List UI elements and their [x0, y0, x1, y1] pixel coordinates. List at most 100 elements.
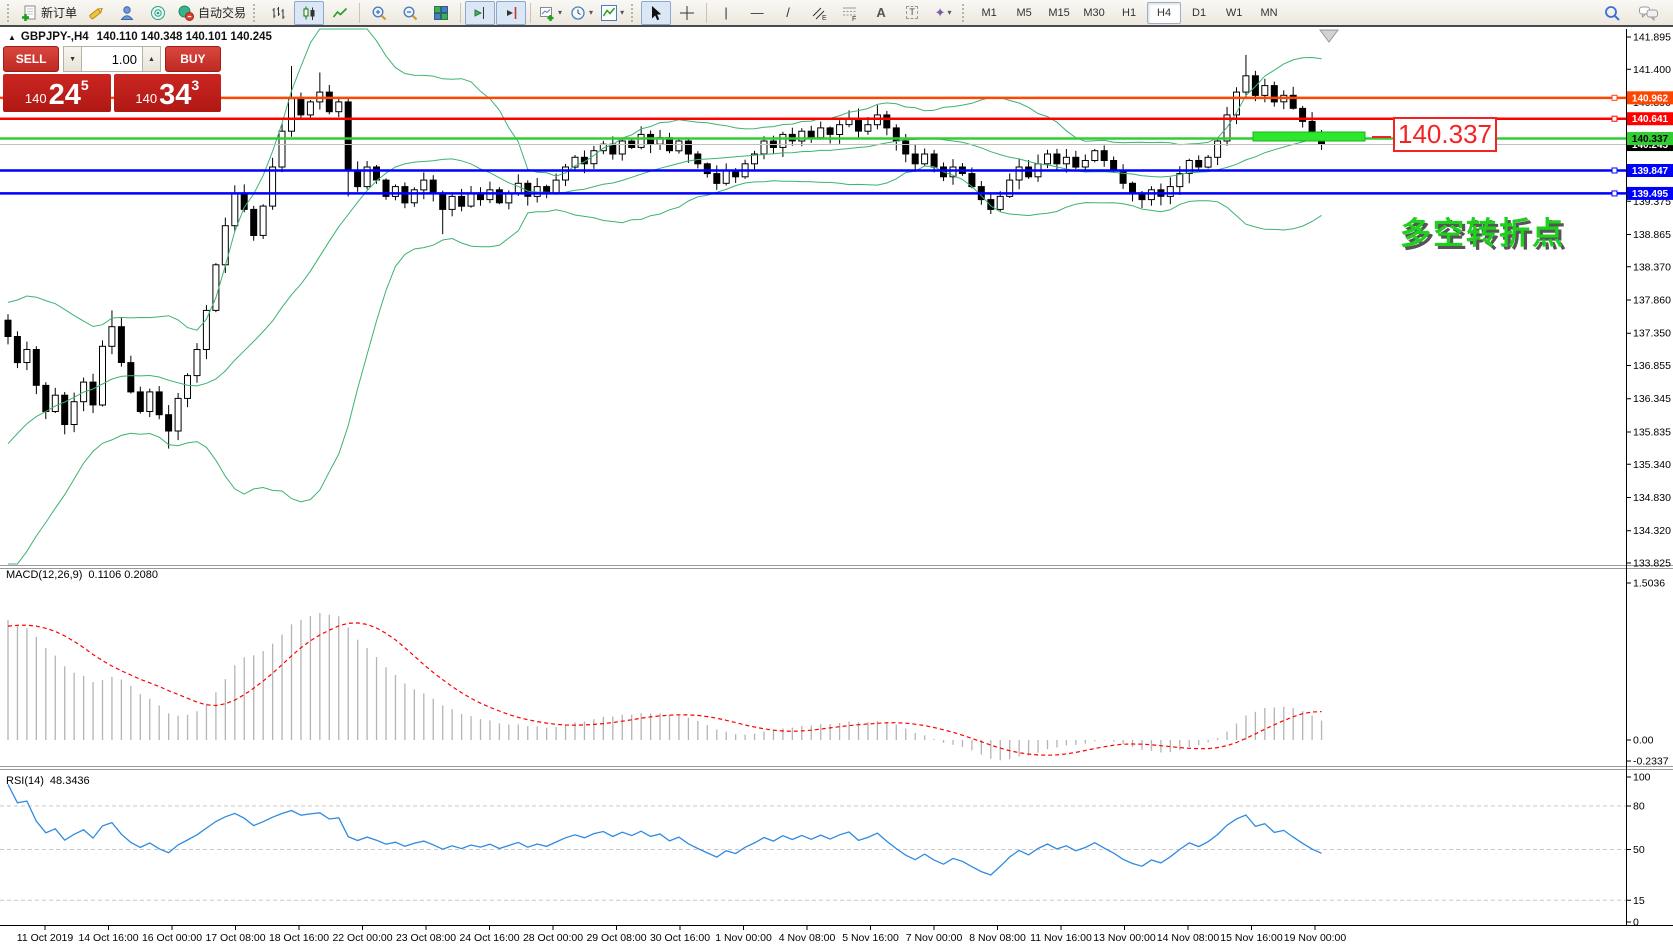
hline-handle[interactable]: [1612, 191, 1617, 196]
crosshair-icon: [678, 4, 696, 22]
hline-handle[interactable]: [1612, 95, 1617, 100]
time-tick-label[interactable]: 22 Oct 00:00: [332, 932, 392, 944]
volume-up-button[interactable]: ▲: [142, 46, 161, 72]
fibonacci-icon: F: [841, 4, 859, 22]
bar-chart-button[interactable]: [263, 1, 293, 25]
tf-button-M30[interactable]: M30: [1077, 2, 1111, 24]
volume-input[interactable]: [82, 46, 142, 72]
periods-button[interactable]: ▾: [566, 1, 596, 25]
tf-button-H4[interactable]: H4: [1147, 2, 1181, 24]
search-button[interactable]: [1597, 1, 1627, 25]
time-tick-label[interactable]: 16 Oct 00:00: [142, 932, 202, 944]
turning-point-annotation[interactable]: 多空转折点: [1400, 208, 1565, 253]
zoom-out-icon: [401, 4, 419, 22]
time-tick-label[interactable]: 11 Nov 16:00: [1030, 932, 1092, 944]
macd-axis-label: -0.2337: [1633, 756, 1669, 768]
tf-button-MN[interactable]: MN: [1252, 2, 1286, 24]
auto-scroll-button[interactable]: [496, 1, 526, 25]
new-order-button[interactable]: 新订单: [17, 1, 80, 25]
tf-button-H1[interactable]: H1: [1112, 2, 1146, 24]
hline-price-label-text: 139.495: [1632, 189, 1669, 200]
panel-separator[interactable]: [0, 766, 1673, 767]
price-tick-label: 136.855: [1633, 360, 1671, 372]
hline-handle[interactable]: [1612, 116, 1617, 121]
buy-price-button[interactable]: 140 34 3: [114, 74, 222, 112]
hline-handle[interactable]: [1612, 168, 1617, 173]
time-tick-label[interactable]: 18 Oct 16:00: [269, 932, 329, 944]
candlestick-chart-button[interactable]: [294, 1, 324, 25]
highlight-trend-bar[interactable]: [1253, 132, 1365, 141]
toolbar-separator: [359, 3, 360, 23]
tf-button-M5[interactable]: M5: [1007, 2, 1041, 24]
tf-button-M1[interactable]: M1: [972, 2, 1006, 24]
time-tick-label[interactable]: 5 Nov 16:00: [842, 932, 899, 944]
price-tick-label: 137.350: [1633, 328, 1671, 340]
macd-axis-label: 0.00: [1633, 735, 1654, 747]
trendline-button[interactable]: /: [773, 1, 803, 25]
chart-shift-button[interactable]: [465, 1, 495, 25]
time-tick-label[interactable]: 29 Oct 08:00: [586, 932, 646, 944]
price-callout-box[interactable]: 140.337: [1393, 117, 1497, 152]
line-chart-button[interactable]: [325, 1, 355, 25]
panel-separator[interactable]: [0, 769, 1673, 770]
panel-separator[interactable]: [0, 565, 1673, 566]
tf-button-D1[interactable]: D1: [1182, 2, 1216, 24]
price-tick-label: 137.860: [1633, 295, 1671, 307]
vertical-line-button[interactable]: |: [711, 1, 741, 25]
sell-price-button[interactable]: 140 24 5: [3, 74, 111, 112]
volume-down-button[interactable]: ▼: [63, 46, 82, 72]
horizontal-line-button[interactable]: —: [742, 1, 772, 25]
time-tick-label[interactable]: 13 Nov 00:00: [1093, 932, 1156, 944]
tile-windows-button[interactable]: [426, 1, 456, 25]
time-tick-label[interactable]: 23 Oct 08:00: [396, 932, 456, 944]
candles-group: [5, 55, 1325, 449]
price-tick-label: 141.895: [1633, 32, 1671, 44]
collapse-panel-icon[interactable]: ▲: [8, 33, 16, 42]
time-tick-label[interactable]: 7 Nov 00:00: [906, 932, 963, 944]
time-tick-label[interactable]: 14 Oct 16:00: [78, 932, 138, 944]
equidistant-channel-button[interactable]: E: [804, 1, 834, 25]
timeframe-group: M1M5M15M30H1H4D1W1MN: [972, 2, 1286, 24]
profile-icon: [118, 4, 136, 22]
chat-button[interactable]: [1633, 1, 1663, 25]
macd-signal-line: [8, 623, 1322, 755]
autotrading-icon: [177, 4, 195, 22]
arrows-icon: ✦: [935, 6, 946, 19]
tf-button-M15[interactable]: M15: [1042, 2, 1076, 24]
time-tick-label[interactable]: 30 Oct 16:00: [650, 932, 710, 944]
time-tick-label[interactable]: 15 Nov 16:00: [1220, 932, 1283, 944]
indicators-button[interactable]: ▾: [597, 1, 627, 25]
cursor-button[interactable]: [641, 1, 671, 25]
time-tick-label[interactable]: 14 Nov 08:00: [1157, 932, 1220, 944]
zoom-out-button[interactable]: [395, 1, 425, 25]
crayon-button[interactable]: [81, 1, 111, 25]
new-chart-button[interactable]: ▾: [535, 1, 565, 25]
profile-button[interactable]: [112, 1, 142, 25]
time-tick-label[interactable]: 8 Nov 08:00: [969, 932, 1026, 944]
buy-button[interactable]: BUY: [165, 46, 221, 72]
radar-button[interactable]: [143, 1, 173, 25]
time-tick-label[interactable]: 11 Oct 2019: [17, 932, 74, 944]
time-tick-label[interactable]: 17 Oct 08:00: [205, 932, 265, 944]
time-tick-label[interactable]: 1 Nov 00:00: [715, 932, 772, 944]
time-tick-label[interactable]: 28 Oct 00:00: [523, 932, 583, 944]
fibonacci-button[interactable]: F: [835, 1, 865, 25]
zoom-in-button[interactable]: [364, 1, 394, 25]
time-tick-label[interactable]: 4 Nov 08:00: [779, 932, 836, 944]
crosshair-button[interactable]: [672, 1, 702, 25]
text-button[interactable]: A: [866, 1, 896, 25]
hline-price-label-text: 140.962: [1632, 93, 1669, 104]
panel-separator[interactable]: [0, 568, 1673, 569]
line-chart-icon: [331, 4, 349, 22]
text-icon: A: [876, 6, 885, 19]
price-tick-label: 133.825: [1633, 558, 1671, 570]
autotrading-button[interactable]: 自动交易: [174, 1, 249, 25]
arrows-button[interactable]: ✦▾: [928, 1, 958, 25]
shift-marker-icon[interactable]: [1320, 30, 1338, 42]
tf-button-W1[interactable]: W1: [1217, 2, 1251, 24]
time-tick-label[interactable]: 19 Nov 00:00: [1284, 932, 1347, 944]
time-tick-label[interactable]: 24 Oct 16:00: [459, 932, 519, 944]
sell-button[interactable]: SELL: [3, 46, 59, 72]
macd-axis-label: 1.5036: [1633, 578, 1665, 590]
text-label-button[interactable]: T: [897, 1, 927, 25]
